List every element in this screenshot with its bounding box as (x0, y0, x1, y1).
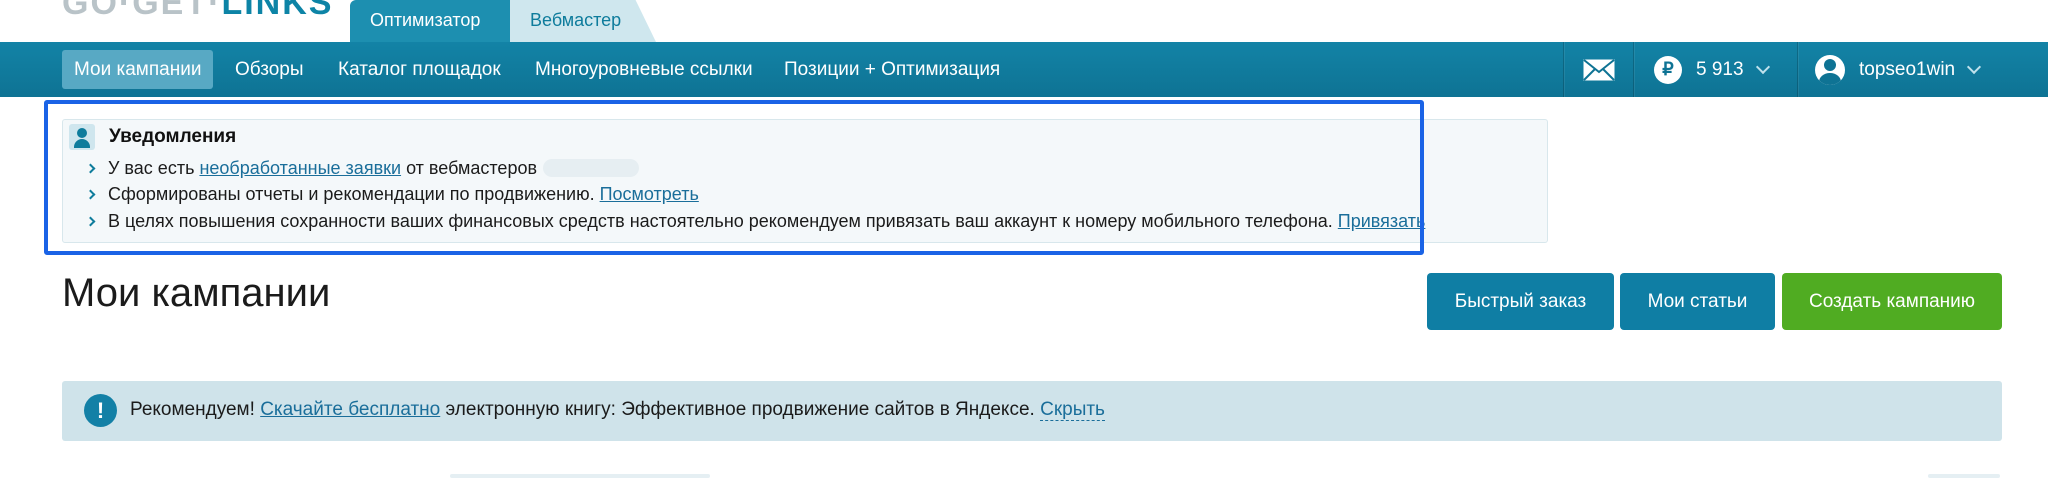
nav-divider (1797, 42, 1798, 97)
logo[interactable]: GO·GET·LINKS (62, 0, 333, 20)
notification-text: В целях повышения сохранности ваших фина… (108, 211, 1338, 231)
chevron-right-icon (85, 189, 96, 200)
view-reports-link[interactable]: Посмотреть (600, 184, 699, 204)
notification-item: У вас есть необработанные заявки от вебм… (85, 158, 640, 179)
notification-item: Сформированы отчеты и рекомендации по пр… (85, 184, 699, 205)
mail-button[interactable] (1564, 42, 1633, 97)
notifications-panel: Уведомления У вас есть необработанные за… (62, 119, 1548, 243)
main-nav: Мои кампании Обзоры Каталог площадок Мно… (0, 42, 2048, 97)
notification-item: В целях повышения сохранности ваших фина… (85, 211, 1426, 232)
chevron-down-icon (1755, 59, 1770, 74)
notification-text: Сформированы отчеты и рекомендации по пр… (108, 184, 600, 204)
username: topseo1win (1859, 58, 1956, 80)
bind-phone-link[interactable]: Привязать (1338, 211, 1426, 231)
nav-divider (1633, 42, 1634, 97)
create-campaign-button[interactable]: Создать кампанию (1782, 273, 2002, 330)
logo-part1: GO·GET· (62, 0, 222, 22)
notifications-title: Уведомления (109, 126, 237, 147)
recommendation-text: Рекомендуем! Скачайте бесплатно электрон… (130, 399, 1105, 421)
nav-item-multilevel-links[interactable]: Многоуровневые ссылки (523, 50, 765, 89)
notification-text: У вас есть (108, 158, 200, 178)
hide-link[interactable]: Скрыть (1040, 399, 1105, 421)
tab-webmaster[interactable]: Вебмастер (510, 0, 656, 42)
logo-part2: LINKS (221, 0, 334, 22)
balance-dropdown[interactable]: ₽ 5 913 (1654, 42, 1770, 97)
notification-text: от вебмастеров (401, 158, 538, 178)
user-menu[interactable]: topseo1win (1815, 42, 1982, 97)
unprocessed-requests-link[interactable]: необработанные заявки (199, 158, 401, 178)
tab-optimizer[interactable]: Оптимизатор (350, 0, 510, 42)
chevron-right-icon (85, 216, 96, 227)
quick-order-button[interactable]: Быстрый заказ (1427, 273, 1614, 330)
recommendation-banner: ! Рекомендуем! Скачайте бесплатно электр… (62, 381, 2002, 441)
ruble-icon: ₽ (1654, 55, 1682, 84)
redacted-value (543, 159, 640, 177)
nav-item-catalog[interactable]: Каталог площадок (326, 50, 513, 89)
recommendation-prefix: Рекомендуем! (130, 399, 261, 420)
nav-item-positions[interactable]: Позиции + Оптимизация (772, 50, 1012, 89)
balance-value: 5 913 (1696, 58, 1744, 80)
nav-item-my-campaigns[interactable]: Мои кампании (62, 50, 214, 89)
mail-icon (1582, 58, 1615, 81)
page-title: Мои кампании (62, 271, 331, 315)
notification-person-icon (69, 124, 95, 150)
top-strip: GO·GET·LINKS Оптимизатор Вебмастер (0, 0, 2048, 42)
chevron-down-icon (1967, 59, 1982, 74)
partial-element (450, 474, 710, 478)
user-icon (1815, 54, 1845, 85)
partial-element (1928, 474, 2000, 478)
my-articles-button[interactable]: Мои статьи (1620, 273, 1775, 330)
page: GO·GET·LINKS Оптимизатор Вебмастер Мои к… (0, 0, 2048, 478)
exclamation-icon: ! (84, 394, 117, 427)
recommendation-middle: электронную книгу: Эффективное продвижен… (440, 399, 1041, 420)
chevron-right-icon (85, 163, 96, 174)
nav-item-reviews[interactable]: Обзоры (223, 50, 316, 89)
download-free-link[interactable]: Скачайте бесплатно (260, 399, 440, 420)
